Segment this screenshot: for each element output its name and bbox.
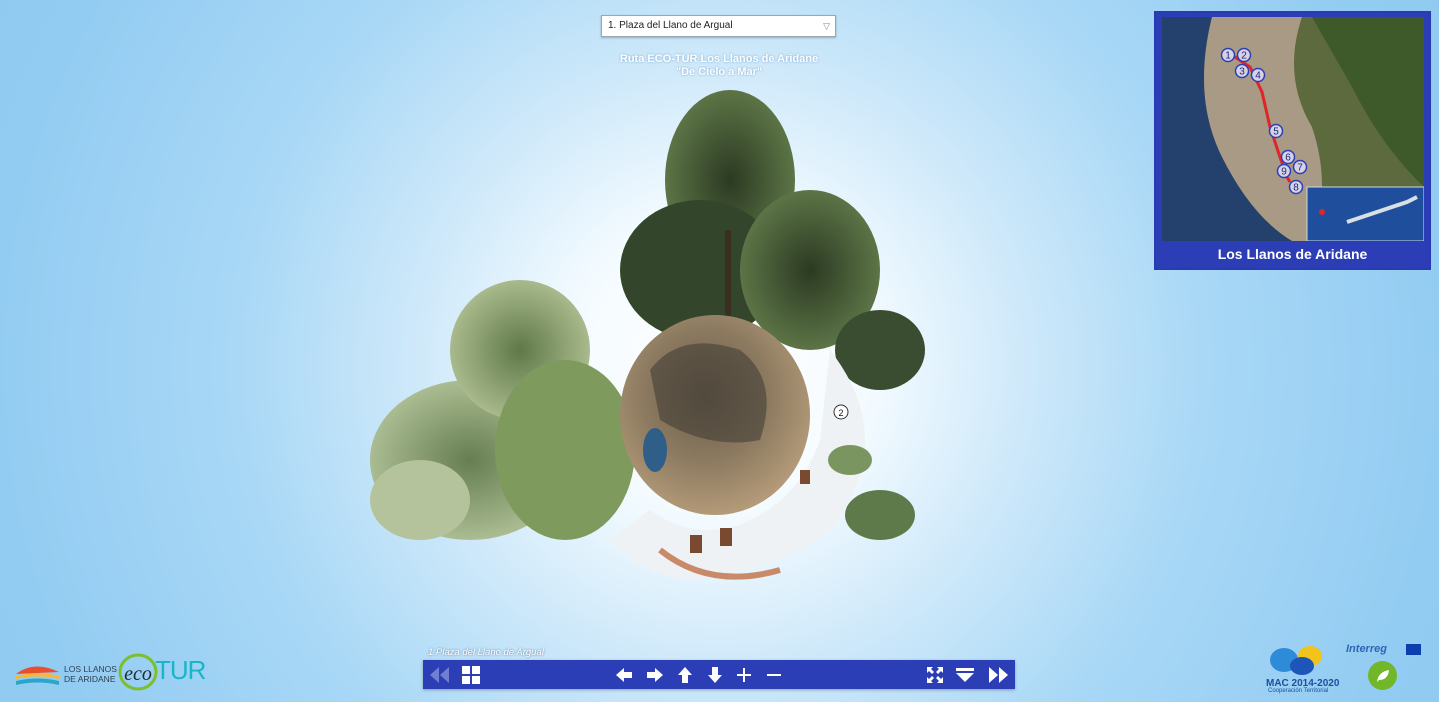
map-marker-9[interactable]: 9 [1276, 163, 1292, 179]
hotspot-scene-2[interactable]: 2 [833, 404, 849, 420]
plus-icon [737, 667, 751, 682]
bottom-toolbar [423, 660, 1015, 689]
los-llanos-line1: LOS LLANOS [64, 664, 117, 674]
map-marker-8[interactable]: 8 [1288, 179, 1304, 195]
eu-flag-icon [1406, 644, 1421, 655]
inset-map [1306, 186, 1424, 241]
arrow-down-icon [708, 666, 722, 683]
map-marker-label: 8 [1293, 183, 1299, 194]
los-llanos-line2: DE ARIDANE [64, 674, 116, 684]
interreg-logo: Interreg [1346, 643, 1387, 655]
map-marker-6[interactable]: 6 [1280, 149, 1296, 165]
map-marker-7[interactable]: 7 [1292, 159, 1308, 175]
map-marker-label: 4 [1255, 71, 1261, 82]
map-title: Los Llanos de Aridane [1217, 246, 1368, 262]
hide-controls-button[interactable] [951, 660, 979, 689]
ecotur-tur: TUR [155, 655, 206, 685]
zoom-out-button[interactable] [760, 660, 788, 689]
map-marker-3[interactable]: 3 [1234, 63, 1250, 79]
hotspot-label: 2 [838, 408, 843, 418]
map-marker-5[interactable]: 5 [1268, 123, 1284, 139]
map-marker-label: 9 [1281, 167, 1287, 178]
fullscreen-button[interactable] [921, 660, 949, 689]
map-marker-label: 1 [1225, 51, 1231, 62]
arrow-up-icon [678, 666, 692, 683]
map-marker-label: 6 [1285, 153, 1291, 164]
arrow-right-icon [647, 667, 663, 682]
hide-controls-icon [956, 667, 974, 682]
minus-icon [767, 673, 781, 676]
pan-up-button[interactable] [671, 660, 699, 689]
mac-subtitle: Cooperación Territorial [1268, 688, 1329, 694]
next-scene-button[interactable] [985, 660, 1013, 689]
map-marker-label: 5 [1273, 127, 1279, 138]
map-marker-label: 3 [1239, 67, 1245, 78]
leaf-icon [1376, 669, 1389, 682]
map-image[interactable]: 1 2 3 4 5 67 89 [1162, 17, 1424, 241]
zoom-in-button[interactable] [730, 660, 758, 689]
scene-select-value: 1. Plaza del Llano de Argual [608, 20, 733, 31]
pan-left-button[interactable] [610, 660, 638, 689]
previous-scene-button[interactable] [425, 660, 453, 689]
panorama-view[interactable]: 2 [360, 70, 940, 600]
thumbnails-button[interactable] [457, 660, 485, 689]
double-chevron-left-icon [430, 666, 449, 683]
grid-icon [462, 665, 480, 684]
map-panel: 12 34 5 67 89 Los Llanos de Aridane [1154, 11, 1431, 270]
double-chevron-right-icon [989, 666, 1008, 683]
fullscreen-icon [927, 666, 943, 683]
pan-down-button[interactable] [701, 660, 729, 689]
car [643, 428, 667, 472]
scene-select-dropdown[interactable]: 1. Plaza del Llano de Argual ▽ [601, 15, 836, 37]
pan-right-button[interactable] [641, 660, 669, 689]
eco-leaf-button[interactable] [1368, 661, 1397, 690]
map-marker-4[interactable]: 4 [1250, 67, 1266, 83]
map-marker-label: 2 [1241, 51, 1247, 62]
ecotur-eco: eco [124, 663, 152, 685]
map-marker-2[interactable]: 2 [1236, 47, 1252, 63]
arrow-left-icon [616, 667, 632, 682]
scene-caption: 1 Plaza del Llano de Argual [428, 647, 544, 658]
tree-left [370, 280, 635, 540]
map-marker-1[interactable]: 1 [1220, 47, 1236, 63]
chevron-down-icon: ▽ [823, 21, 830, 31]
map-marker-label: 7 [1297, 163, 1303, 174]
tour-title-line1: Ruta ECO-TUR Los Llanos de Aridane [619, 53, 819, 65]
